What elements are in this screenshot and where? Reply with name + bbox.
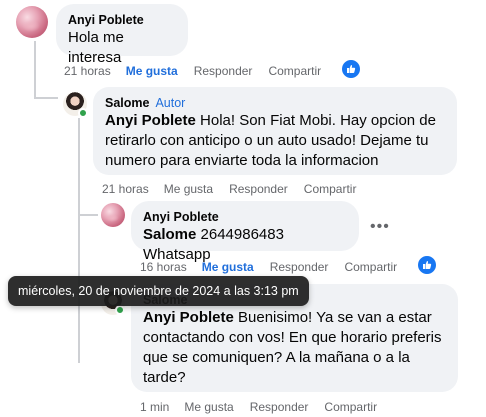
comment-text: Anyi Poblete Hola! Son Fiat Mobi. Hay op… [105, 111, 445, 171]
reply-button[interactable]: Responder [270, 260, 329, 274]
more-options-icon[interactable]: ••• [370, 219, 390, 235]
comment-actions: 21 horas Me gusta Responder Compartir [64, 63, 337, 79]
comment-time[interactable]: 1 min [140, 400, 169, 414]
reply-button[interactable]: Responder [250, 400, 309, 414]
comment-time[interactable]: 21 horas [64, 64, 111, 78]
comment-actions: 16 horas Me gusta Responder Compartir [140, 259, 413, 275]
online-status-dot [78, 108, 88, 118]
thread-line-branch [34, 97, 58, 99]
like-button[interactable]: Me gusta [164, 182, 213, 196]
avatar[interactable] [101, 203, 125, 227]
like-reaction-icon[interactable] [417, 255, 437, 275]
timestamp-tooltip: miércoles, 20 de noviembre de 2024 a las… [8, 276, 309, 306]
comment-text: Anyi Poblete Buenisimo! Ya se van a esta… [143, 308, 446, 388]
comment-author[interactable]: Anyi Poblete [68, 12, 176, 28]
comment-text: Hola me interesa [68, 29, 124, 66]
avatar[interactable] [16, 6, 48, 38]
reply-button[interactable]: Responder [194, 64, 253, 78]
online-status-dot [115, 305, 125, 315]
share-button[interactable]: Compartir [344, 260, 397, 274]
reply-button[interactable]: Responder [229, 182, 288, 196]
comment-author-row: Salome Autor [105, 95, 445, 111]
mention-link[interactable]: Anyi Poblete [143, 309, 234, 326]
like-button[interactable]: Me gusta [184, 400, 233, 414]
thread-line-main [34, 41, 36, 98]
comment-actions: 1 min Me gusta Responder Compartir [140, 399, 393, 415]
comment-bubble: Anyi Poblete Hola me interesa [56, 4, 188, 66]
share-button[interactable]: Compartir [324, 400, 377, 414]
comment-bubble: Anyi Poblete Salome 2644986483 Whatsapp [131, 201, 359, 263]
comment-bubble: Salome Autor Anyi Poblete Hola! Son Fiat … [93, 87, 457, 175]
like-button[interactable]: Me gusta [202, 260, 254, 274]
comment-actions: 21 horas Me gusta Responder Compartir [102, 181, 372, 197]
author-badge: Autor [155, 96, 186, 110]
thread-line-reply-branch [78, 214, 98, 216]
mention-link[interactable]: Salome [143, 226, 196, 243]
comment-time[interactable]: 21 horas [102, 182, 149, 196]
mention-link[interactable]: Anyi Poblete [105, 112, 196, 129]
like-button[interactable]: Me gusta [126, 64, 178, 78]
comment-author[interactable]: Salome [105, 96, 149, 110]
share-button[interactable]: Compartir [268, 64, 321, 78]
comment-time[interactable]: 16 horas [140, 260, 187, 274]
comment-author[interactable]: Anyi Poblete [143, 209, 347, 225]
like-reaction-icon[interactable] [341, 59, 361, 79]
share-button[interactable]: Compartir [304, 182, 357, 196]
thread-line-salome [78, 118, 80, 363]
